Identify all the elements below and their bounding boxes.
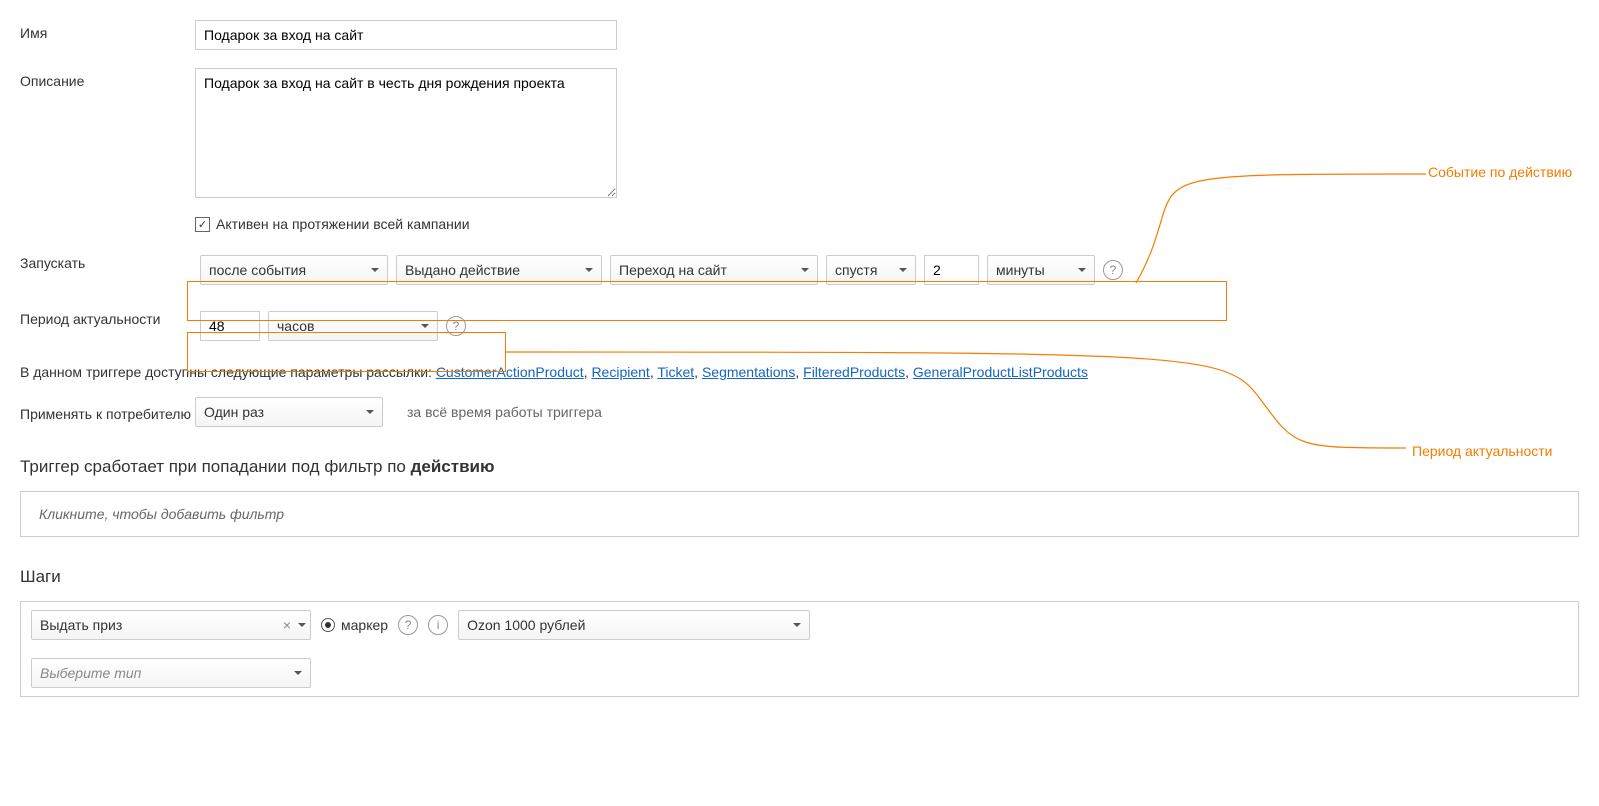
type-select[interactable]: Выберите тип xyxy=(31,658,311,688)
label-actuality: Период актуальности xyxy=(20,306,195,327)
label-description: Описание xyxy=(20,68,195,89)
params-prefix: В данном триггере доступны следующие пар… xyxy=(20,364,436,380)
chevron-down-icon xyxy=(294,671,302,675)
param-link-segmentations[interactable]: Segmentations xyxy=(702,364,795,380)
event-type-value: Выдано действие xyxy=(405,262,520,278)
delay-relation-select[interactable]: спустя xyxy=(826,255,916,285)
prize-value: Ozon 1000 рублей xyxy=(467,617,585,633)
action-value: Переход на сайт xyxy=(619,262,727,278)
actuality-value-input[interactable] xyxy=(200,311,260,341)
prize-select[interactable]: Ozon 1000 рублей xyxy=(458,610,810,640)
action-select[interactable]: Переход на сайт xyxy=(610,255,818,285)
chevron-down-icon xyxy=(1078,268,1086,272)
chevron-down-icon xyxy=(899,268,907,272)
delay-unit-select[interactable]: минуты xyxy=(987,255,1095,285)
clear-icon[interactable]: × xyxy=(283,617,291,633)
chevron-down-icon xyxy=(585,268,593,272)
chevron-down-icon xyxy=(298,623,306,627)
info-icon[interactable]: i xyxy=(428,615,448,635)
delay-unit-value: минуты xyxy=(996,262,1045,278)
label-name: Имя xyxy=(20,20,195,41)
step-action-select[interactable]: Выдать приз × xyxy=(31,610,311,640)
help-icon[interactable]: ? xyxy=(446,316,466,336)
marker-radio[interactable] xyxy=(321,618,335,632)
param-link-generalproductlistproducts[interactable]: GeneralProductListProducts xyxy=(913,364,1088,380)
active-checkbox-label: Активен на протяжении всей кампании xyxy=(216,216,470,232)
filter-add-box[interactable]: Кликните, чтобы добавить фильтр xyxy=(20,491,1579,537)
param-link-filteredproducts[interactable]: FilteredProducts xyxy=(803,364,905,380)
param-link-ticket[interactable]: Ticket xyxy=(657,364,694,380)
step-action-value: Выдать приз xyxy=(40,617,122,633)
param-link-customeractionproduct[interactable]: CustomerActionProduct xyxy=(436,364,584,380)
actuality-unit-value: часов xyxy=(277,318,314,334)
help-icon[interactable]: ? xyxy=(1103,260,1123,280)
type-placeholder: Выберите тип xyxy=(40,665,141,681)
label-apply-to: Применять к потребителю xyxy=(20,400,195,423)
apply-to-value: Один раз xyxy=(204,404,264,420)
trigger-type-select[interactable]: после события xyxy=(200,255,388,285)
filter-heading: Триггер сработает при попадании под филь… xyxy=(20,457,1579,477)
chevron-down-icon xyxy=(371,268,379,272)
marker-radio-label: маркер xyxy=(341,617,388,633)
chevron-down-icon xyxy=(793,623,801,627)
chevron-down-icon xyxy=(421,324,429,328)
chevron-down-icon xyxy=(366,410,374,414)
name-input[interactable] xyxy=(195,20,617,50)
apply-to-select[interactable]: Один раз xyxy=(195,397,383,427)
event-type-select[interactable]: Выдано действие xyxy=(396,255,602,285)
delay-relation-value: спустя xyxy=(835,262,877,278)
chevron-down-icon xyxy=(801,268,809,272)
steps-row: Выдать приз × маркер ? i Ozon 1000 рубле… xyxy=(20,601,1579,697)
actuality-unit-select[interactable]: часов xyxy=(268,311,438,341)
apply-to-suffix: за всё время работы триггера xyxy=(407,404,602,420)
steps-heading: Шаги xyxy=(20,567,1579,587)
params-line: В данном триггере доступны следующие пар… xyxy=(20,362,1579,383)
label-run: Запускать xyxy=(20,250,195,271)
trigger-type-value: после события xyxy=(209,262,306,278)
delay-value-input[interactable] xyxy=(924,255,979,285)
description-textarea[interactable]: Подарок за вход на сайт в честь дня рожд… xyxy=(195,68,617,198)
param-link-recipient[interactable]: Recipient xyxy=(591,364,649,380)
help-icon[interactable]: ? xyxy=(398,615,418,635)
active-checkbox[interactable]: ✓ xyxy=(195,217,210,232)
